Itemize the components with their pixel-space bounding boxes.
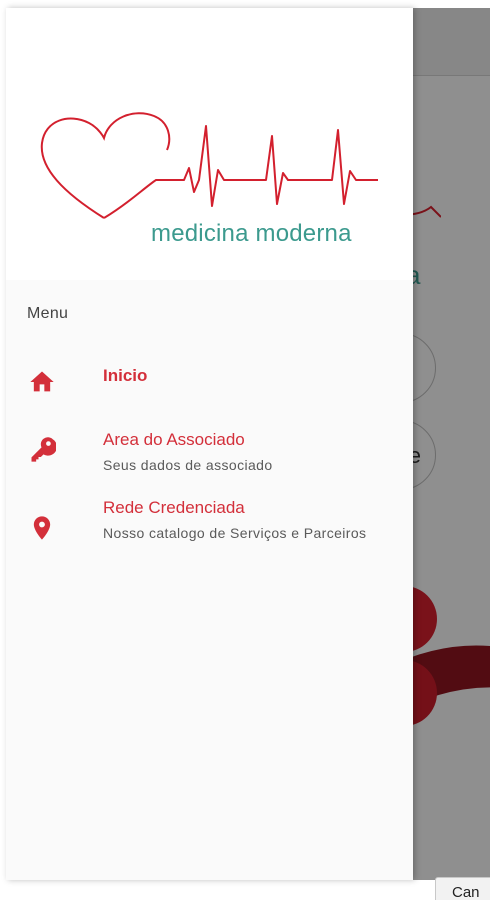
menu-item-area-do-associado[interactable]: Area do Associado Seus dados de associad…: [6, 426, 413, 486]
menu-section-label: Menu: [27, 305, 69, 322]
navigation-drawer: medicina moderna Menu Inicio Area do Ass…: [6, 8, 413, 880]
location-pin-icon: [24, 510, 60, 546]
key-icon: [24, 432, 60, 468]
app-root: a e medicina moderna Menu Inicio Area do…: [0, 0, 490, 900]
cancel-button[interactable]: Can: [435, 877, 490, 900]
menu-item-subtitle: Seus dados de associado: [103, 457, 273, 473]
menu-item-title: Rede Credenciada: [103, 498, 245, 517]
heart-ecg-icon: [40, 112, 378, 219]
menu-item-inicio[interactable]: Inicio: [6, 358, 413, 414]
menu-item-title: Inicio: [103, 366, 148, 385]
menu-item-subtitle: Nosso catalogo de Serviços e Parceiros: [103, 525, 367, 541]
home-icon: [24, 364, 60, 400]
drawer-header: medicina moderna: [6, 8, 413, 280]
menu-item-title: Area do Associado: [103, 430, 245, 449]
brand-name: medicina moderna: [151, 220, 352, 247]
menu-item-rede-credenciada[interactable]: Rede Credenciada Nosso catalogo de Servi…: [6, 496, 413, 576]
